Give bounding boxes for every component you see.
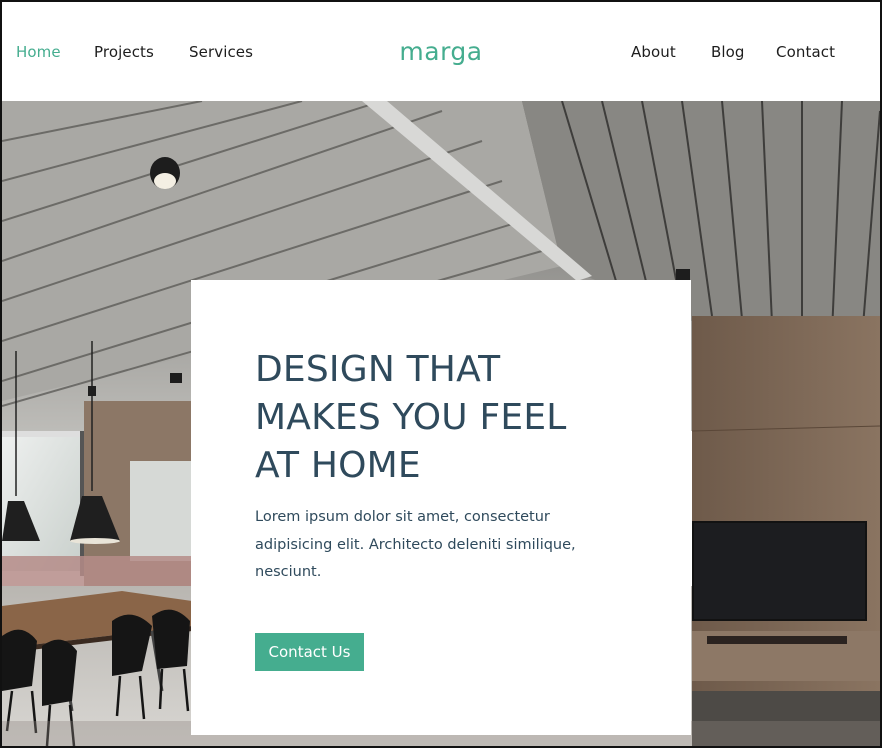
hero-section: DESIGN THAT MAKES YOU FEEL AT HOME Lorem… xyxy=(2,101,880,746)
site-header: Home Projects Services marga About Blog … xyxy=(2,2,880,101)
hero-card: DESIGN THAT MAKES YOU FEEL AT HOME Lorem… xyxy=(191,280,691,735)
nav-contact-link[interactable]: Contact xyxy=(776,42,835,62)
nav-home-link[interactable]: Home xyxy=(16,42,61,62)
nav-blog-link[interactable]: Blog xyxy=(711,42,745,62)
hero-heading-line-3: AT HOME xyxy=(255,445,421,486)
contact-us-button[interactable]: Contact Us xyxy=(255,633,364,671)
brand-logo[interactable]: marga xyxy=(399,37,482,66)
hero-description: Lorem ipsum dolor sit amet, consectetur … xyxy=(255,509,576,580)
nav-projects-link[interactable]: Projects xyxy=(94,42,154,62)
nav-about-link[interactable]: About xyxy=(631,42,676,62)
page-frame: Home Projects Services marga About Blog … xyxy=(0,0,882,748)
nav-services-link[interactable]: Services xyxy=(189,42,253,62)
hero-heading-line-2: MAKES YOU FEEL xyxy=(255,397,567,438)
hero-heading: DESIGN THAT MAKES YOU FEEL AT HOME xyxy=(255,346,675,490)
hero-heading-line-1: DESIGN THAT xyxy=(255,349,501,390)
